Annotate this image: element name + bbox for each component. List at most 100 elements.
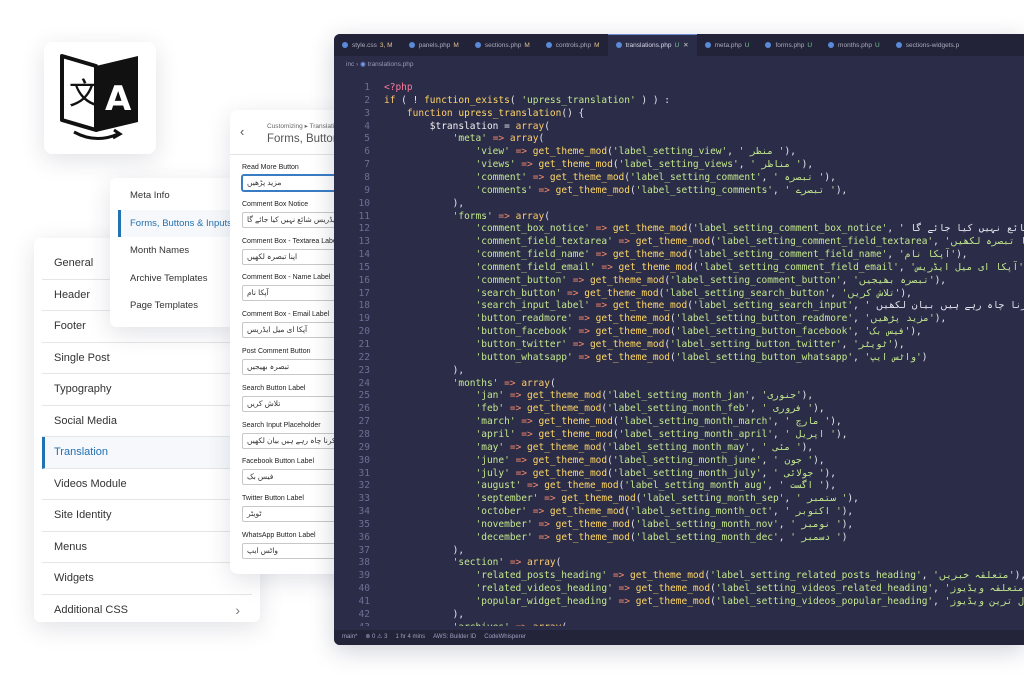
code-line[interactable]: ), [384,198,464,209]
editor-tab[interactable]: panels.php M [401,35,467,56]
code-line[interactable]: 'jan' => get_theme_mod('label_setting_mo… [384,390,814,401]
code-line[interactable]: ), [384,365,464,376]
submenu-item-archive-templates[interactable]: Archive Templates [118,265,236,293]
status-item[interactable]: main* [342,634,357,640]
breadcrumb-file[interactable]: translations.php [368,61,414,68]
code-line[interactable]: if ( ! function_exists( 'upress_translat… [384,95,670,106]
menu-item-label: Typography [54,383,112,395]
submenu-item-label: Page Templates [130,300,198,311]
menu-item-menus[interactable]: Menus [42,532,252,563]
code-line[interactable]: 'months' => array( [384,378,556,389]
line-number: 27 [358,416,370,428]
submenu-item-meta-info[interactable]: Meta Info [118,182,236,210]
status-item[interactable]: 1 hr 4 mins [395,634,425,640]
code-line[interactable]: 'related_videos_heading' => get_theme_mo… [384,583,1024,594]
code-line[interactable]: 'button_readmore' => get_theme_mod('labe… [384,313,947,324]
status-item[interactable]: ⊗ 0 ⚠ 3 [365,634,387,640]
code-line[interactable]: 'comment_box_notice' => get_theme_mod('l… [384,223,1024,234]
translate-icon-card: 文 A [44,42,156,154]
code-line[interactable]: 'button_whatsapp' => get_theme_mod('labe… [384,352,928,363]
code-line[interactable]: $translation = array( [384,121,550,132]
editor-tab[interactable]: controls.php M [538,35,608,56]
editor-tab[interactable]: sections-widgets.p [888,35,967,56]
menu-item-site-identity[interactable]: Site Identity [42,500,252,532]
code-line[interactable]: 'comments' => get_theme_mod('label_setti… [384,185,848,196]
editor-tab[interactable]: sections.php M [467,35,538,56]
editor-tab[interactable]: translations.php U ✕ [607,34,697,56]
line-number: 14 [358,249,370,261]
code-line[interactable]: 'button_facebook' => get_theme_mod('labe… [384,326,922,337]
code-line[interactable]: 'button_twitter' => get_theme_mod('label… [384,339,905,350]
menu-item-videos-module[interactable]: Videos Module [42,469,252,500]
code-line[interactable]: 'june' => get_theme_mod('label_setting_m… [384,455,825,466]
code-line[interactable]: 'popular_widget_heading' => get_theme_mo… [384,596,1024,607]
php-file-icon [895,42,902,49]
code-line[interactable]: 'december' => get_theme_mod('label_setti… [384,532,848,543]
submenu-item-forms-buttons-inputs[interactable]: Forms, Buttons & Inputs [118,209,236,237]
code-line[interactable]: function upress_translation() { [384,108,584,119]
menu-item-widgets[interactable]: Widgets [42,563,252,595]
status-item[interactable]: CodeWhisperer [484,634,526,640]
menu-item-label: Site Identity [54,509,112,521]
code-line[interactable]: 'july' => get_theme_mod('label_setting_m… [384,468,836,479]
close-icon[interactable]: ✕ [683,42,688,49]
code-line[interactable]: 'search_input_label' => get_theme_mod('l… [384,300,1024,311]
code-line[interactable]: 'march' => get_theme_mod('label_setting_… [384,416,842,427]
code-line[interactable]: ), [384,545,464,556]
code-line[interactable]: 'forms' => array( [384,211,550,222]
back-icon[interactable]: ‹ [240,124,244,139]
chevron-right-icon: › [235,601,240,618]
submenu-item-label: Archive Templates [130,272,208,284]
code-line[interactable]: 'archives' => array( [384,622,567,626]
code-line[interactable]: 'comment_button' => get_theme_mod('label… [384,275,947,286]
code-line[interactable]: 'comment_field_textarea' => get_theme_mo… [384,236,1024,247]
menu-item-label: Single Post [54,351,110,364]
submenu-item-month-names[interactable]: Month Names [118,237,236,265]
line-number: 34 [358,506,370,518]
menu-item-social-media[interactable]: Social Media [42,406,252,437]
menu-item-additional-css[interactable]: Additional CSS › [42,595,252,626]
status-item[interactable]: AWS: Builder ID [433,634,476,640]
php-file-icon [545,42,552,49]
line-number: 22 [358,351,370,363]
code-line[interactable]: 'meta' => array( [384,133,545,144]
code-editor: style.css 3, Mpanels.php Msections.php Mcon… [334,34,1024,645]
code-line[interactable]: <?php [384,82,413,93]
tab-label: sections-widgets.p [905,42,960,49]
code-line[interactable]: 'related_posts_heading' => get_theme_mod… [384,570,1024,581]
code-line[interactable]: 'section' => array( [384,557,562,568]
svg-text:文: 文 [69,77,99,112]
editor-tab[interactable]: months.php U [820,35,888,56]
submenu-item-page-templates[interactable]: Page Templates [118,292,236,320]
line-number: 1 [364,82,370,93]
menu-item-single-post[interactable]: Single Post [42,343,252,374]
line-number: 20 [358,326,370,338]
code-line[interactable]: 'view' => get_theme_mod('label_setting_v… [384,146,796,157]
menu-item-typography[interactable]: Typography [42,374,252,406]
code-line[interactable]: 'august' => get_theme_mod('label_setting… [384,480,836,491]
code-line[interactable]: 'comment' => get_theme_mod('label_settin… [384,172,836,183]
translate-icon: 文 A [60,54,138,140]
code-line[interactable]: 'may' => get_theme_mod('label_setting_mo… [384,442,814,453]
editor-tab[interactable]: meta.php U [697,35,758,56]
php-file-icon [704,42,711,49]
breadcrumb-dir[interactable]: inc [346,61,354,68]
php-file-icon [408,42,415,49]
code-line[interactable]: 'feb' => get_theme_mod('label_setting_mo… [384,403,825,414]
code-line[interactable]: 'april' => get_theme_mod('label_setting_… [384,429,848,440]
code-line[interactable]: 'october' => get_theme_mod('label_settin… [384,506,854,517]
editor-tab[interactable]: forms.php U [757,35,820,56]
line-number: 8 [364,171,370,183]
editor-tab[interactable]: style.css 3, M [334,35,401,56]
code-line[interactable]: 'views' => get_theme_mod('label_setting_… [384,159,814,170]
line-number: 19 [358,313,370,325]
line-number: 35 [358,518,370,530]
code-line[interactable]: 'comment_field_name' => get_theme_mod('l… [384,249,968,260]
code-line[interactable]: 'search_button' => get_theme_mod('label_… [384,288,912,299]
code-area[interactable]: 1 <?php 2 if ( ! function_exists( 'upress_t… [334,82,1024,626]
code-line[interactable]: ), [384,609,464,620]
code-line[interactable]: 'november' => get_theme_mod('label_setti… [384,519,854,530]
menu-item-translation[interactable]: Translation [42,437,252,469]
code-line[interactable]: 'comment_field_email' => get_theme_mod('… [384,262,1024,273]
code-line[interactable]: 'september' => get_theme_mod('label_sett… [384,493,859,504]
